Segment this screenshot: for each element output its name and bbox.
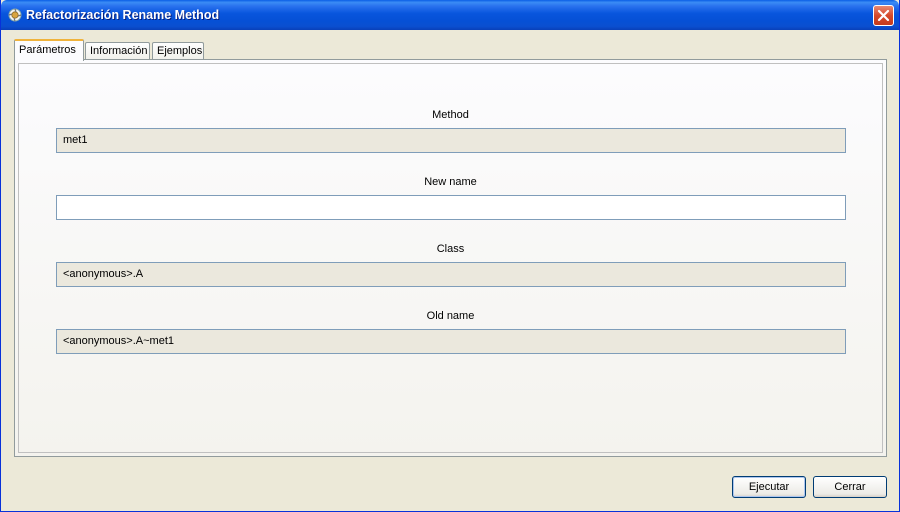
tab-informacion[interactable]: Información — [85, 42, 150, 60]
window-title: Refactorización Rename Method — [26, 8, 220, 22]
tab-parametros[interactable]: Parámetros — [14, 39, 84, 61]
close-button[interactable]: Cerrar — [813, 476, 887, 498]
form-area: Method met1 New name Class <anonymous>.A… — [18, 63, 883, 453]
class-label: Class — [436, 243, 465, 255]
dialog-window: Refactorización Rename Method Parámetros… — [0, 0, 900, 512]
new-name-field[interactable] — [56, 195, 846, 220]
tab-ejemplos[interactable]: Ejemplos — [152, 42, 204, 60]
method-field: met1 — [56, 128, 846, 153]
method-label: Method — [432, 109, 469, 121]
app-icon — [8, 8, 22, 22]
tab-panel: Method met1 New name Class <anonymous>.A… — [14, 59, 887, 457]
close-icon — [877, 9, 890, 22]
class-field: <anonymous>.A — [56, 262, 846, 287]
execute-button[interactable]: Ejecutar — [732, 476, 806, 498]
title-bar[interactable]: Refactorización Rename Method — [1, 0, 899, 30]
new-name-label: New name — [424, 176, 477, 188]
old-name-label: Old name — [426, 310, 475, 322]
close-window-button[interactable] — [873, 5, 894, 26]
old-name-field: <anonymous>.A~met1 — [56, 329, 846, 354]
new-name-input[interactable] — [63, 196, 839, 218]
